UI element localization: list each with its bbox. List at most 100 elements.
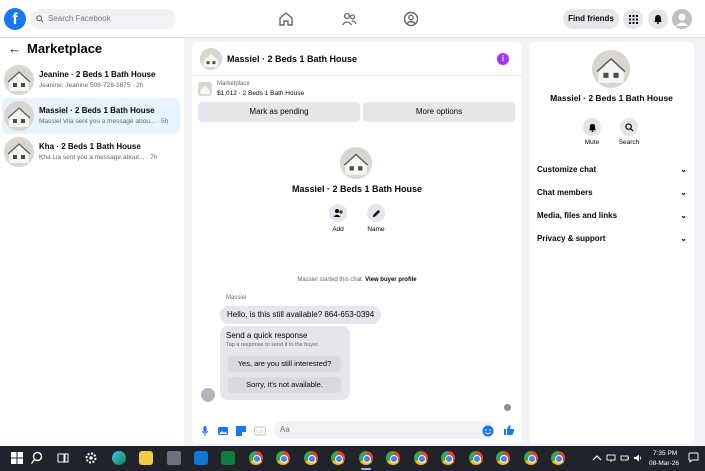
chat-preview: Massiel Vila sent you a message abou... …	[39, 118, 169, 125]
info-icon[interactable]: i	[497, 53, 509, 65]
file-explorer-icon[interactable]	[139, 451, 153, 465]
gif-icon[interactable]: GIF	[254, 425, 266, 437]
chat-list-item-kha[interactable]: Kha · 2 Beds 1 Bath House Kha Lia sent y…	[2, 134, 180, 170]
house-listing-thumbnail	[4, 101, 34, 131]
svg-text:GIF: GIF	[256, 429, 264, 434]
excel-icon[interactable]	[221, 451, 235, 465]
privacy-support-row[interactable]: Privacy & support ⌄	[537, 234, 687, 248]
conversation-header: Massiel · 2 Beds 1 Bath House i	[192, 42, 522, 76]
mark-as-pending-button[interactable]: Mark as pending	[198, 102, 360, 122]
chrome-icon[interactable]	[331, 451, 345, 465]
listing-profile-picture	[340, 147, 372, 179]
chat-name: Jeanine · 2 Beds 1 Bath House	[39, 70, 156, 79]
customize-chat-row[interactable]: Customize chat ⌄	[537, 165, 687, 179]
profile-circle-icon[interactable]	[403, 11, 419, 27]
quick-response-option[interactable]: Sorry, it's not available.	[228, 377, 341, 393]
row-label: Privacy & support	[537, 234, 606, 243]
quick-response-option[interactable]: Yes, are you still interested?	[228, 356, 341, 372]
search-label: Search	[618, 139, 640, 146]
chevron-up-icon[interactable]	[592, 453, 602, 463]
search-input[interactable]	[48, 14, 168, 23]
house-listing-thumbnail	[4, 65, 34, 95]
chrome-icon[interactable]	[276, 451, 290, 465]
house-listing-thumbnail	[4, 137, 34, 167]
details-title: Massiel · 2 Beds 1 Bath House	[550, 93, 673, 103]
find-friends-button[interactable]: Find friends	[563, 9, 619, 29]
back-arrow-icon[interactable]: ←	[8, 41, 21, 56]
photo-icon[interactable]	[217, 425, 229, 437]
message-input[interactable]	[274, 421, 494, 439]
bell-icon	[588, 123, 596, 132]
chat-preview: Kha Lia sent you a message about... · 7h	[39, 154, 158, 161]
volume-icon[interactable]	[633, 453, 643, 463]
media-files-links-row[interactable]: Media, files and links ⌄	[537, 211, 687, 225]
name-button[interactable]: Name	[358, 204, 394, 233]
chrome-icon[interactable]	[469, 451, 483, 465]
notifications-button[interactable]	[648, 9, 668, 29]
network-icon[interactable]	[606, 453, 616, 463]
search-icon[interactable]	[30, 451, 44, 465]
search-in-conversation-button[interactable]: Search	[611, 118, 647, 146]
add-label: Add	[332, 226, 344, 233]
chrome-icon[interactable]	[496, 451, 510, 465]
mail-icon[interactable]	[194, 451, 208, 465]
windows-start-icon[interactable]	[10, 451, 24, 465]
row-label: Media, files and links	[537, 211, 618, 220]
chat-list-item-massiel[interactable]: Massiel · 2 Beds 1 Bath House Massiel Vi…	[2, 98, 180, 134]
chrome-icon[interactable]	[441, 451, 455, 465]
name-label: Name	[367, 226, 385, 233]
sender-avatar	[201, 388, 215, 402]
like-thumb-icon[interactable]	[503, 424, 515, 436]
chrome-icon[interactable]	[414, 451, 428, 465]
grid-menu-icon	[628, 14, 638, 24]
search-icon	[36, 15, 44, 23]
home-icon[interactable]	[278, 11, 294, 27]
microphone-icon[interactable]	[199, 425, 211, 437]
add-button[interactable]: Add	[320, 204, 356, 233]
view-buyer-profile-link[interactable]: View buyer profile	[365, 277, 417, 283]
mute-button[interactable]: Mute	[574, 118, 610, 146]
friends-icon[interactable]	[341, 11, 357, 27]
settings-gear-icon[interactable]	[84, 451, 98, 465]
clock-time[interactable]: 7:35 PM	[653, 450, 677, 457]
notification-center-icon[interactable]	[688, 452, 699, 463]
active-app-indicator	[361, 468, 371, 470]
conversation-title[interactable]: Massiel · 2 Beds 1 Bath House	[227, 54, 357, 64]
edge-browser-icon[interactable]	[112, 451, 126, 465]
chrome-icon[interactable]	[551, 451, 565, 465]
chrome-icon[interactable]	[386, 451, 400, 465]
battery-icon[interactable]	[620, 453, 630, 463]
search-facebook-box[interactable]	[30, 9, 176, 29]
sticker-icon[interactable]	[235, 425, 247, 437]
chevron-down-icon: ⌄	[680, 211, 687, 220]
conversation-panel: Massiel · 2 Beds 1 Bath House i Marketpl…	[192, 42, 522, 444]
chat-list-item-jeanine[interactable]: Jeanine · 2 Beds 1 Bath House Jeanine: J…	[2, 62, 180, 98]
house-listing-thumbnail[interactable]	[200, 48, 222, 70]
chrome-icon[interactable]	[304, 451, 318, 465]
facebook-logo[interactable]: f	[4, 8, 26, 30]
chevron-down-icon: ⌄	[680, 165, 687, 174]
chrome-icon[interactable]	[249, 451, 263, 465]
mute-label: Mute	[584, 139, 600, 146]
chrome-icon[interactable]	[359, 451, 373, 465]
chrome-icon[interactable]	[524, 451, 538, 465]
conversation-details-panel: Massiel · 2 Beds 1 Bath House Mute Searc…	[529, 42, 694, 444]
more-options-button[interactable]: More options	[363, 102, 515, 122]
app-icon[interactable]	[167, 451, 181, 465]
page-title: Marketplace	[27, 41, 103, 56]
marketplace-header: ← Marketplace	[8, 41, 102, 56]
emoji-icon[interactable]	[482, 425, 494, 437]
task-view-icon[interactable]	[56, 451, 70, 465]
chevron-down-icon: ⌄	[680, 188, 687, 197]
menu-button[interactable]	[623, 9, 643, 29]
row-label: Chat members	[537, 188, 593, 197]
account-avatar[interactable]	[672, 9, 692, 29]
chat-preview: Jeanine: Jeanine 508-728-1875 · 2h	[39, 82, 144, 89]
row-label: Customize chat	[537, 165, 597, 174]
listing-summary[interactable]: Marketplace $1,012 · 2 Beds 1 Bath House	[198, 80, 498, 100]
clock-date[interactable]: 08-Mar-26	[649, 460, 679, 467]
marketplace-chat-list: ← Marketplace Jeanine · 2 Beds 1 Bath Hou…	[0, 38, 184, 446]
chat-started-notice: Massiel started this chat. View buyer pr…	[192, 277, 522, 283]
incoming-message-bubble: Hello, is this still available? 864-653-…	[220, 306, 382, 324]
chat-members-row[interactable]: Chat members ⌄	[537, 188, 687, 202]
